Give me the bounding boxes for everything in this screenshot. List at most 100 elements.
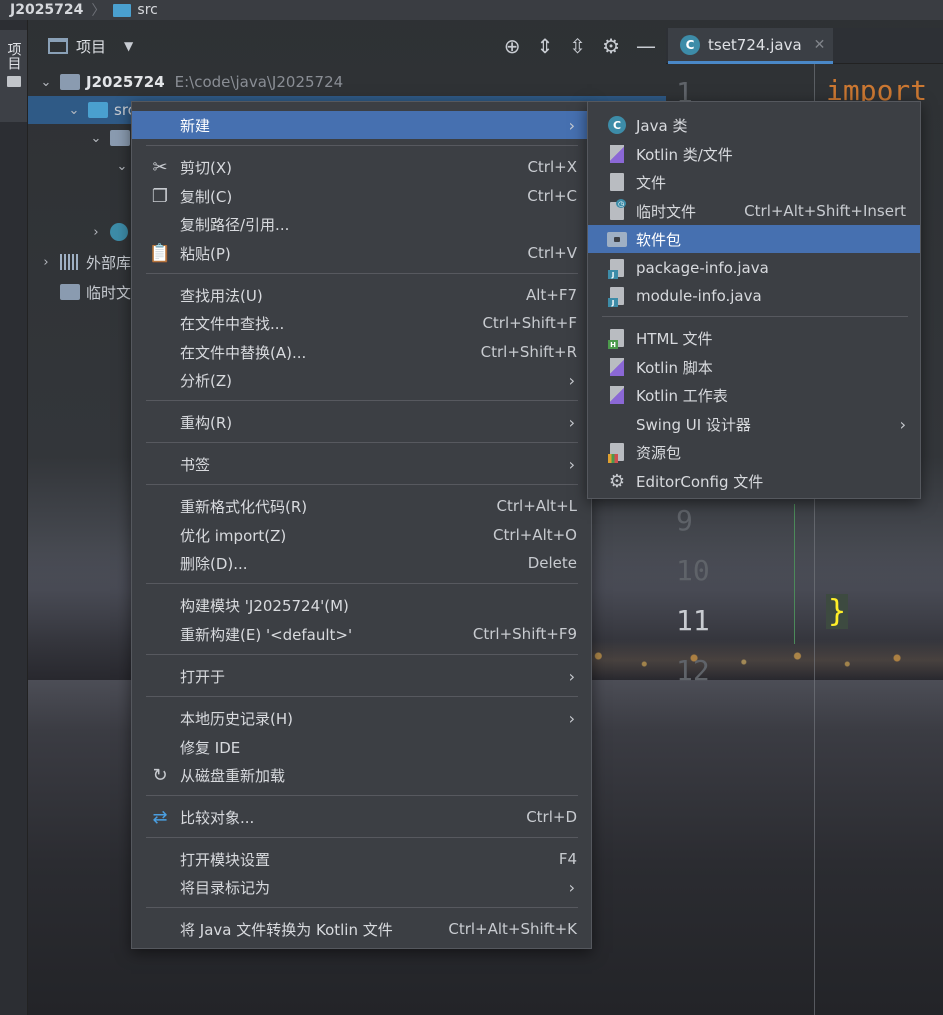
menu-item-label: 打开于 [180, 667, 226, 686]
submenu-item-html-file[interactable]: H HTML 文件 [588, 324, 920, 352]
menu-item-shortcut: F4 [558, 850, 577, 868]
menu-separator [146, 654, 578, 655]
menu-item-rebuild[interactable]: 重新构建(E) '<default>' Ctrl+Shift+F9 [132, 620, 591, 648]
submenu-item-editorconfig[interactable]: ⚙ EditorConfig 文件 [588, 467, 920, 495]
breadcrumb-src[interactable]: src [137, 2, 157, 18]
menu-item-paste[interactable]: 📋 粘贴(P) Ctrl+V [132, 239, 591, 267]
tree-item-class[interactable]: › [88, 218, 134, 246]
chevron-down-icon[interactable]: ⌄ [114, 159, 130, 174]
submenu-item-kotlin-script[interactable]: Kotlin 脚本 [588, 353, 920, 381]
submenu-item-java-class[interactable]: C Java 类 [588, 111, 920, 139]
menu-item-module-settings[interactable]: 打开模块设置 F4 [132, 845, 591, 873]
reload-icon: ↻ [152, 764, 168, 786]
submenu-item-scratch-file[interactable]: ◷ 临时文件 Ctrl+Alt+Shift+Insert [588, 197, 920, 225]
menu-item-new[interactable]: 新建 › [132, 111, 591, 139]
submenu-item-swing-ui-designer[interactable]: Swing UI 设计器 › [588, 410, 920, 438]
menu-item-label: 优化 import(Z) [180, 526, 287, 545]
line-number-active: 11 [676, 604, 710, 637]
tree-item-project-root[interactable]: ⌄ J2025724 E:\code\java\J2025724 [38, 68, 344, 96]
breadcrumb-root[interactable]: J2025724 [10, 2, 83, 18]
package-folder-icon [606, 228, 628, 250]
line-number: 12 [676, 654, 710, 687]
menu-item-copy-path[interactable]: 复制路径/引用... [132, 210, 591, 238]
menu-item-copy[interactable]: ❐ 复制(C) Ctrl+C [132, 182, 591, 210]
chevron-right-icon: › [899, 414, 906, 434]
menu-item-label: 重新格式化代码(R) [180, 497, 308, 516]
menu-item-convert-to-kotlin[interactable]: 将 Java 文件转换为 Kotlin 文件 Ctrl+Alt+Shift+K [132, 915, 591, 943]
menu-item-reload-from-disk[interactable]: ↻ 从磁盘重新加载 [132, 761, 591, 789]
menu-item-find-in-files[interactable]: 在文件中查找... Ctrl+Shift+F [132, 309, 591, 337]
hide-icon[interactable]: — [636, 34, 656, 58]
chevron-down-icon[interactable]: ⌄ [38, 75, 54, 90]
chevron-down-icon[interactable]: ⌄ [88, 131, 104, 146]
menu-item-shortcut: Ctrl+C [527, 187, 577, 205]
kotlin-file-icon [606, 143, 628, 165]
chevron-right-icon[interactable]: › [38, 255, 54, 270]
menu-item-bookmarks[interactable]: 书签 › [132, 450, 591, 478]
expand-all-icon[interactable]: ⇕ [537, 34, 554, 58]
menu-item-shortcut: Ctrl+Shift+F9 [472, 625, 577, 643]
menu-item-label: 将目录标记为 [180, 878, 271, 897]
project-panel-title[interactable]: 项目 [76, 36, 106, 57]
line-number: 10 [676, 554, 710, 587]
chevron-right-icon: › [568, 115, 575, 135]
menu-item-refactor[interactable]: 重构(R) › [132, 408, 591, 436]
chevron-right-icon[interactable]: › [88, 225, 104, 240]
tree-item-external-libraries[interactable]: › 外部库 [38, 248, 131, 276]
chevron-right-icon: › [568, 412, 575, 432]
gear-icon[interactable]: ⚙ [602, 34, 620, 58]
kotlin-script-icon [606, 356, 628, 378]
submenu-item-label: module-info.java [636, 287, 762, 305]
submenu-item-kotlin-worksheet[interactable]: Kotlin 工作表 [588, 381, 920, 409]
menu-item-label: 比较对象... [180, 808, 255, 827]
submenu-item-kotlin-class[interactable]: Kotlin 类/文件 [588, 140, 920, 168]
menu-item-label: 本地历史记录(H) [180, 709, 293, 728]
locate-icon[interactable]: ⊕ [504, 34, 521, 58]
menu-item-shortcut: Ctrl+Alt+O [493, 526, 577, 544]
menu-item-label: 复制路径/引用... [180, 215, 290, 234]
menu-item-local-history[interactable]: 本地历史记录(H) › [132, 704, 591, 732]
menu-item-open-in[interactable]: 打开于 › [132, 662, 591, 690]
collapse-all-icon[interactable]: ⇳ [569, 34, 586, 58]
menu-item-analyze[interactable]: 分析(Z) › [132, 366, 591, 394]
submenu-item-label: Kotlin 类/文件 [636, 145, 733, 164]
java-class-icon [110, 223, 128, 241]
menu-item-compare-with[interactable]: ⇄ 比较对象... Ctrl+D [132, 803, 591, 831]
library-icon [60, 254, 80, 270]
editor-tab-tset724[interactable]: C tset724.java ✕ [668, 28, 833, 64]
menu-item-reformat-code[interactable]: 重新格式化代码(R) Ctrl+Alt+L [132, 492, 591, 520]
chevron-down-icon[interactable]: ⌄ [66, 103, 82, 118]
chevron-down-icon[interactable]: ▼ [124, 39, 133, 53]
menu-item-cut[interactable]: ✂ 剪切(X) Ctrl+X [132, 153, 591, 181]
submenu-item-package[interactable]: 软件包 [588, 225, 920, 253]
submenu-separator [602, 316, 908, 317]
menu-item-shortcut: Ctrl+Shift+R [480, 343, 577, 361]
menu-separator [146, 145, 578, 146]
java-file-icon: J [606, 257, 628, 279]
menu-item-repair-ide[interactable]: 修复 IDE [132, 733, 591, 761]
code-brace[interactable]: } [826, 594, 849, 629]
menu-separator [146, 837, 578, 838]
chevron-right-icon: › [568, 666, 575, 686]
submenu-item-label: package-info.java [636, 259, 769, 277]
close-icon[interactable]: ✕ [814, 37, 826, 53]
submenu-item-file[interactable]: 文件 [588, 168, 920, 196]
project-tool-tab[interactable]: 项目 [0, 30, 27, 122]
submenu-item-module-info[interactable]: J module-info.java [588, 282, 920, 310]
scratch-icon [60, 284, 80, 300]
menu-item-optimize-imports[interactable]: 优化 import(Z) Ctrl+Alt+O [132, 521, 591, 549]
menu-separator [146, 583, 578, 584]
submenu-item-package-info[interactable]: J package-info.java [588, 254, 920, 282]
menu-item-label: 构建模块 'J2025724'(M) [180, 596, 349, 615]
submenu-item-resource-bundle[interactable]: 资源包 [588, 438, 920, 466]
line-number: 9 [676, 504, 693, 537]
menu-item-build-module[interactable]: 构建模块 'J2025724'(M) [132, 591, 591, 619]
menu-item-mark-directory-as[interactable]: 将目录标记为 › [132, 873, 591, 901]
menu-item-replace-in-files[interactable]: 在文件中替换(A)... Ctrl+Shift+R [132, 338, 591, 366]
tree-item-package[interactable]: ⌄ [88, 124, 136, 152]
tree-item-subpackage[interactable]: ⌄ [114, 152, 130, 180]
menu-item-delete[interactable]: 删除(D)... Delete [132, 549, 591, 577]
menu-separator [146, 273, 578, 274]
menu-item-find-usages[interactable]: 查找用法(U) Alt+F7 [132, 281, 591, 309]
submenu-item-label: 软件包 [636, 230, 682, 249]
